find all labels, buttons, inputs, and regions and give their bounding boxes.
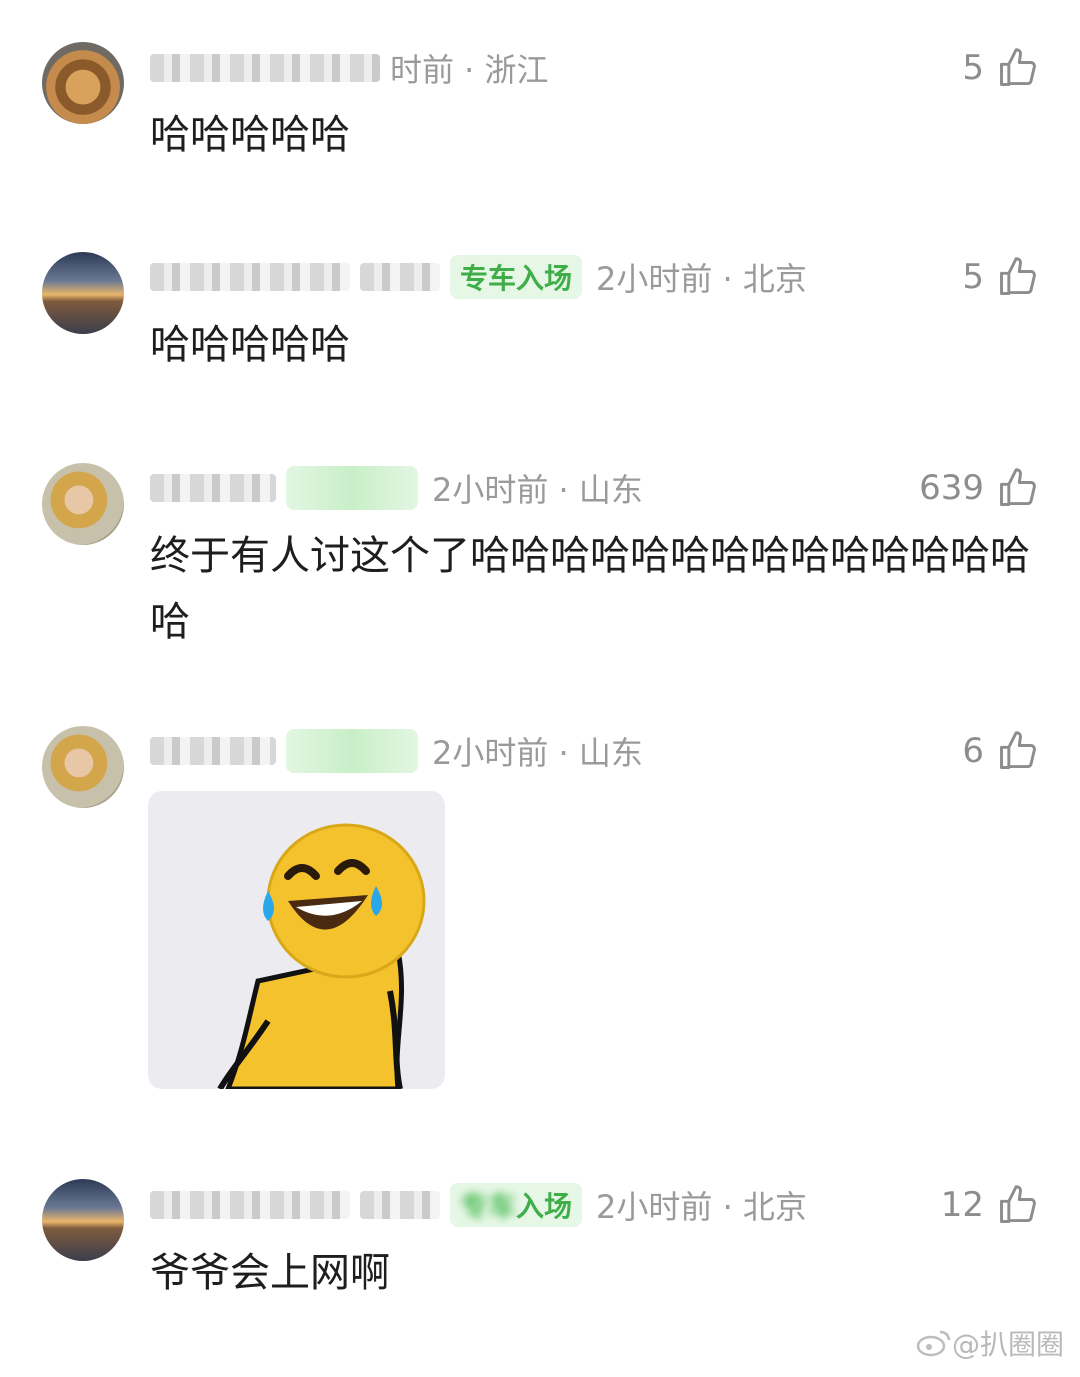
comment-meta: 2小时前 · 山东 [150, 464, 643, 512]
blurred-username[interactable] [150, 737, 276, 765]
comment-meta: 专车 入场 2小时前 · 北京 [150, 1181, 807, 1229]
thumbs-up-icon [1000, 731, 1036, 769]
blurred-badge-part: 专车 [460, 1190, 517, 1223]
comment-time-location: 2小时前 · 山东 [432, 471, 643, 509]
vip-badge: 专车入场 [450, 255, 583, 299]
thumbs-up-icon [1000, 257, 1036, 295]
comment-time-location: 2小时前 · 北京 [596, 260, 807, 298]
watermark: @扒圈圈 [916, 1323, 1064, 1363]
user-avatar[interactable] [42, 1179, 124, 1261]
user-avatar[interactable] [42, 42, 124, 124]
comment-text: 哈哈哈哈哈 [150, 112, 350, 158]
comment-meta: 时前 · 浙江 [150, 44, 549, 92]
comment-text: 哈哈哈哈哈 [150, 322, 350, 368]
comment-time-location: 2小时前 · 山东 [432, 734, 643, 772]
comment-meta: 2小时前 · 山东 [150, 727, 643, 775]
watermark-text: @扒圈圈 [951, 1328, 1064, 1361]
like-button[interactable]: 12 [941, 1181, 1040, 1229]
like-button[interactable]: 5 [962, 44, 1040, 92]
user-avatar[interactable] [42, 463, 124, 545]
blurred-badge [286, 729, 418, 773]
comment-text: 爷爷会上网啊 [150, 1250, 390, 1296]
user-avatar[interactable] [42, 252, 124, 334]
like-count: 12 [940, 1185, 984, 1225]
badge-text: 入场 [516, 1190, 573, 1223]
comment-text: 终于有人讨这个了哈哈哈哈哈哈哈哈哈哈哈哈哈哈哈 [150, 533, 1030, 645]
like-count: 5 [962, 257, 984, 297]
blurred-username[interactable] [360, 1191, 440, 1219]
blurred-badge [286, 466, 418, 510]
blurred-username[interactable] [150, 54, 380, 82]
blurred-username[interactable] [150, 474, 276, 502]
like-count: 6 [962, 731, 984, 771]
like-button[interactable]: 639 [919, 464, 1040, 512]
thumbs-up-icon [1000, 468, 1036, 506]
comment-time-location: 时前 · 浙江 [390, 51, 549, 89]
like-count: 639 [919, 468, 984, 508]
weibo-logo-icon [916, 1330, 951, 1357]
like-count: 5 [962, 48, 984, 88]
user-avatar[interactable] [42, 726, 124, 808]
like-button[interactable]: 6 [962, 727, 1040, 775]
thumbs-up-icon [1000, 48, 1036, 86]
thumbs-up-icon [1000, 1185, 1036, 1223]
blurred-username[interactable] [150, 263, 350, 291]
comment-time-location: 2小时前 · 北京 [596, 1188, 807, 1226]
blurred-username[interactable] [150, 1191, 350, 1219]
like-button[interactable]: 5 [962, 253, 1040, 301]
sticker-image[interactable] [148, 791, 445, 1089]
laughing-emoji-sticker [217, 823, 426, 1089]
blurred-username[interactable] [360, 263, 440, 291]
comment-meta: 专车入场 2小时前 · 北京 [150, 253, 807, 301]
vip-badge: 专车 入场 [450, 1183, 583, 1227]
